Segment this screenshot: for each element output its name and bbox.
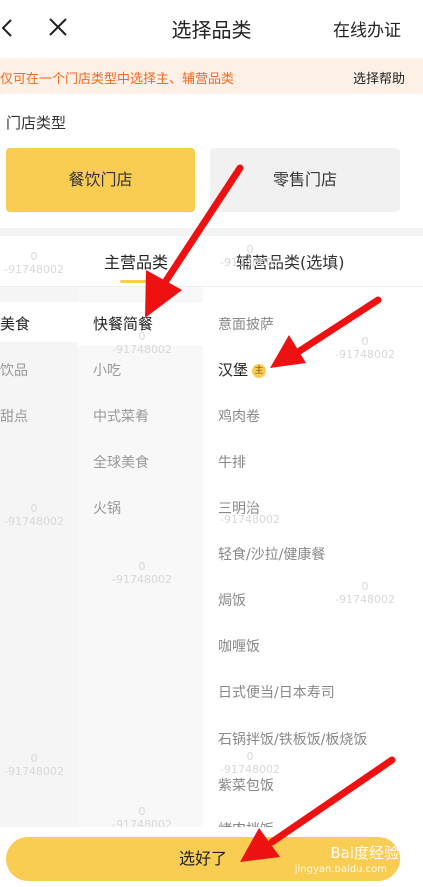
level2-item[interactable]: 火锅 [93, 498, 121, 518]
category-level3-list: 意面披萨 汉堡主 鸡肉卷 牛排 三明治 轻食/沙拉/健康餐 焗饭 咖喱饭 日式便… [203, 287, 423, 838]
watermark: 0 -91748002 [112, 330, 172, 356]
store-type-label: 门店类型 [6, 114, 67, 132]
help-link[interactable]: 选择帮助 [353, 68, 405, 87]
watermark: 0 -91748002 [220, 750, 280, 776]
level3-item[interactable]: 咖喱饭 [218, 636, 260, 656]
level3-item[interactable]: 日式便当/日本寿司 [218, 682, 335, 702]
level3-item-selected[interactable]: 汉堡主 [218, 359, 267, 380]
tab-main-category[interactable]: 主营品类 [104, 249, 168, 273]
level3-item[interactable]: 石锅拌饭/铁板饭/板烧饭 [218, 729, 367, 749]
level1-item[interactable]: 甜点 [0, 406, 28, 426]
watermark: 0 -91748002 [335, 580, 395, 606]
level3-item[interactable]: 意面披萨 [218, 314, 274, 334]
watermark: 0 -91748002 [4, 250, 64, 276]
tab-active-indicator [120, 280, 156, 283]
level2-item[interactable]: 全球美食 [93, 452, 149, 472]
watermark: 0 -91748002 [335, 335, 395, 361]
watermark: 0 -91748002 [220, 243, 280, 269]
level3-item[interactable]: 紫菜包饭 [218, 775, 274, 795]
section-divider [0, 228, 423, 236]
main-category-badge: 主 [252, 364, 267, 378]
level3-item[interactable]: 焗饭 [218, 590, 246, 610]
watermark: 0 -91748002 [220, 500, 280, 526]
level3-item[interactable]: 牛排 [218, 452, 246, 472]
baidu-watermark-url: jingyan.baidu.com [294, 864, 387, 875]
level3-item[interactable]: 轻食/沙拉/健康餐 [218, 544, 325, 564]
header: 选择品类 在线办证 [0, 0, 423, 56]
level3-item[interactable]: 鸡肉卷 [218, 406, 260, 426]
level2-item[interactable]: 中式菜肴 [93, 406, 149, 426]
baidu-watermark-logo: Bai度经验 [330, 844, 399, 862]
notice-text: 仅可在一个门店类型中选择主、辅营品类 [0, 72, 235, 87]
category-level1-list: 美食 饮品 甜点 [0, 287, 78, 827]
online-license-link[interactable]: 在线办证 [333, 16, 401, 41]
level2-item[interactable]: 小吃 [93, 360, 121, 380]
category-level2-list: 快餐简餐 小吃 中式菜肴 全球美食 火锅 [78, 287, 203, 827]
level3-item-label: 汉堡 [218, 361, 249, 379]
store-type-section: 门店类型 餐饮门店 零售门店 [0, 94, 423, 228]
store-type-retail-button[interactable]: 零售门店 [210, 148, 400, 212]
store-type-food-button[interactable]: 餐饮门店 [6, 148, 195, 212]
watermark: 0 -91748002 [4, 502, 64, 528]
level1-item[interactable]: 美食 [0, 313, 30, 334]
watermark: 0 -91748002 [112, 560, 172, 586]
notice-bar: 仅可在一个门店类型中选择主、辅营品类 选择帮助 [0, 58, 423, 94]
level1-item[interactable]: 饮品 [0, 360, 28, 380]
watermark: 0 -91748002 [4, 752, 64, 778]
